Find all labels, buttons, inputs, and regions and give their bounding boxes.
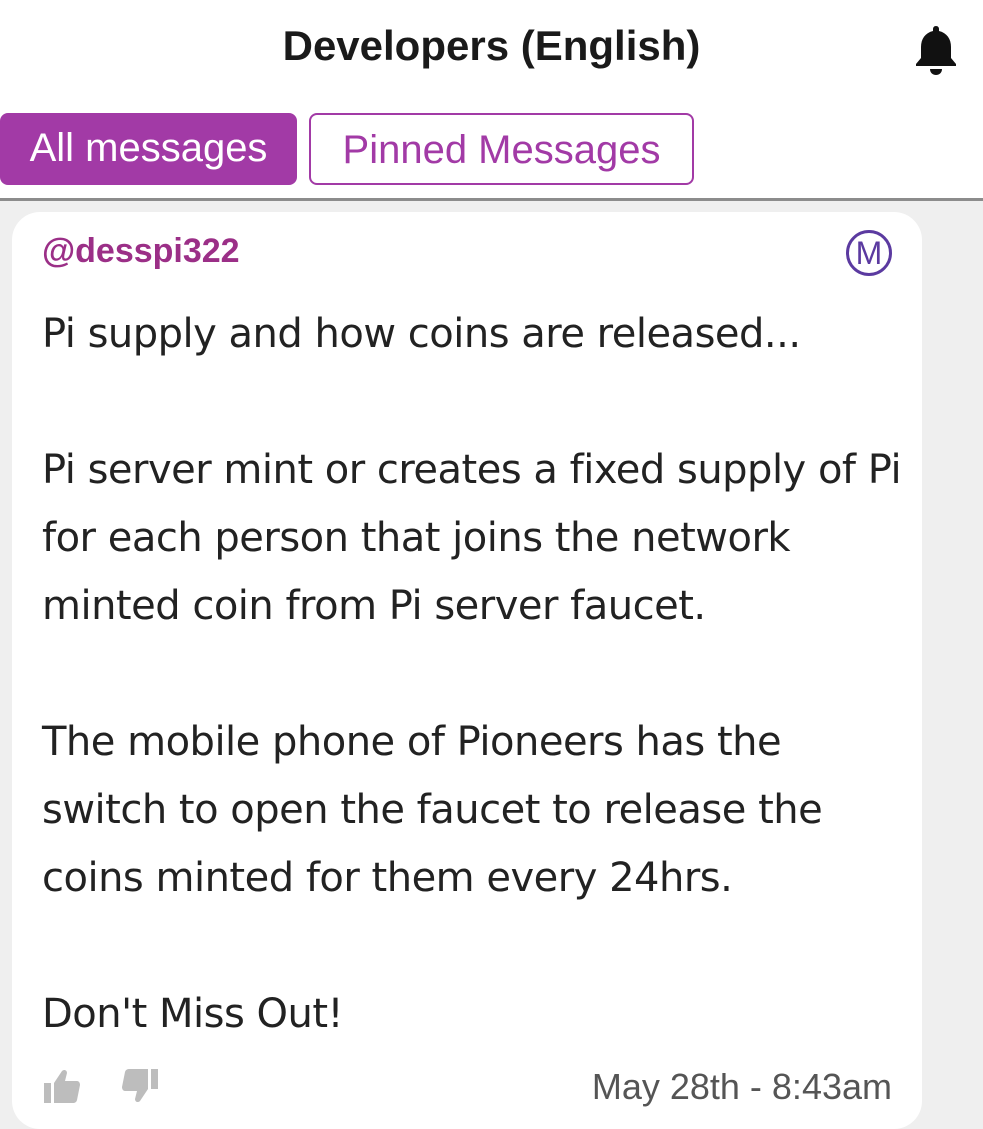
tab-all-messages[interactable]: All messages [0, 113, 297, 185]
page-title: Developers (English) [282, 22, 701, 69]
thumbs-up-icon[interactable] [42, 1066, 82, 1106]
tab-pinned-messages[interactable]: Pinned Messages [309, 113, 694, 185]
chat-screen: Developers (English) All messages Pinned… [0, 0, 983, 1129]
message-text: Pi supply and how coins are released... … [42, 311, 902, 1037]
message-card: @desspi322 M Pi supply and how coins are… [12, 212, 922, 1129]
moderator-badge-icon: M [846, 230, 892, 276]
message-author[interactable]: @desspi322 [42, 232, 240, 271]
message-timestamp: May 28th - 8:43am [591, 1066, 892, 1107]
thumbs-down-icon[interactable] [120, 1066, 160, 1106]
bell-icon[interactable] [911, 22, 961, 78]
header: Developers (English) [0, 0, 983, 96]
message-footer: May 28th - 8:43am [42, 1062, 892, 1112]
